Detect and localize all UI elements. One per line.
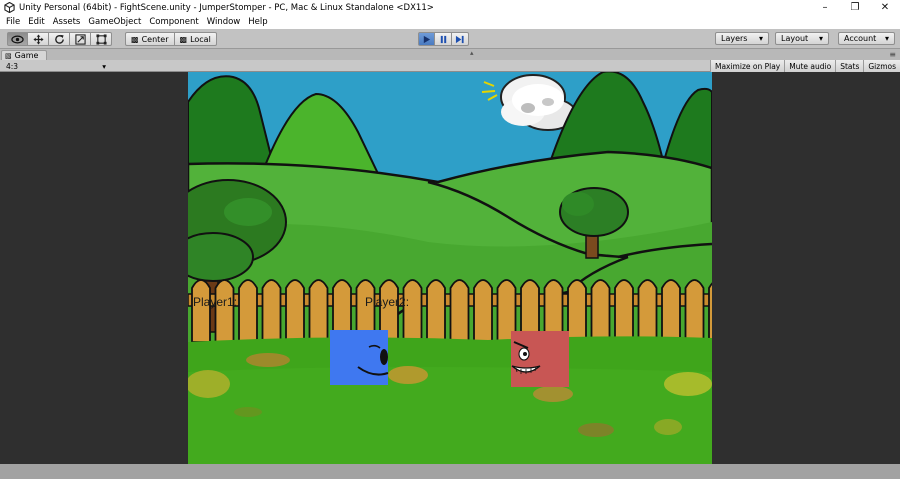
game-tab-label: Game — [14, 51, 39, 60]
tab-strip: ▧ Game ▴ ≡ — [0, 49, 900, 60]
scale-icon — [74, 33, 86, 45]
game-scene — [188, 72, 712, 464]
play-button[interactable] — [418, 32, 435, 46]
menu-assets[interactable]: Assets — [49, 17, 85, 27]
step-button[interactable] — [452, 32, 469, 46]
fence-post — [567, 279, 587, 343]
player1-character — [330, 330, 389, 385]
aspect-chevron-icon: ▾ — [102, 61, 106, 71]
menu-file[interactable]: File — [2, 17, 24, 27]
tab-game[interactable]: ▧ Game — [1, 50, 47, 60]
player1-label: Player1: — [193, 295, 238, 309]
fence — [188, 279, 712, 343]
menu-component[interactable]: Component — [145, 17, 202, 27]
playback-controls — [418, 32, 469, 46]
menu-edit[interactable]: Edit — [24, 17, 48, 27]
hand-tool-button[interactable] — [7, 32, 28, 46]
step-icon — [455, 35, 464, 43]
title-bar: Unity Personal (64bit) - FightScene.unit… — [0, 0, 900, 15]
menu-gameobject[interactable]: GameObject — [84, 17, 145, 27]
eye-icon — [11, 35, 24, 43]
layout-chevron-icon: ▾ — [818, 34, 823, 43]
menu-window[interactable]: Window — [203, 17, 245, 27]
gizmos-dropdown[interactable]: Gizmos — [863, 60, 900, 72]
pivot-center-button[interactable]: ▩ Center — [125, 32, 175, 46]
fence-post — [684, 279, 705, 343]
fence-post — [426, 279, 446, 343]
pause-icon — [440, 35, 446, 43]
rect-tool-button[interactable] — [91, 32, 112, 46]
rotate-icon — [54, 34, 64, 44]
fence-post — [614, 279, 634, 343]
main-toolbar: ▩ Center ▩ Local Layers ▾ Layout ▾ Accou… — [0, 29, 900, 49]
window-title: Unity Personal (64bit) - FightScene.unit… — [19, 2, 434, 13]
fence-post — [449, 279, 470, 343]
fence-post — [402, 279, 423, 343]
rotate-tool-button[interactable] — [49, 32, 70, 46]
play-icon — [423, 35, 431, 43]
rect-icon — [95, 33, 107, 45]
restore-button[interactable]: ❐ — [840, 0, 870, 15]
layers-dropdown[interactable]: Layers ▾ — [715, 32, 769, 45]
layers-label: Layers — [721, 34, 748, 43]
pivot-local-icon: ▩ — [179, 34, 188, 44]
maximize-on-play-toggle[interactable]: Maximize on Play — [709, 60, 785, 72]
scale-tool-button[interactable] — [70, 32, 91, 46]
tab-menu-icon[interactable]: ≡ — [889, 50, 896, 59]
close-button[interactable]: ✕ — [870, 0, 900, 15]
pivot-center-label: Center — [141, 34, 169, 44]
fence-post — [708, 282, 712, 343]
move-arrows-icon — [32, 33, 44, 45]
game-viewport: Player1: Player2: — [0, 72, 900, 464]
account-label: Account — [844, 34, 877, 43]
mute-audio-toggle[interactable]: Mute audio — [784, 60, 836, 72]
game-render[interactable]: Player1: Player2: — [188, 72, 712, 464]
fence-post — [238, 279, 258, 343]
layout-label: Layout — [781, 34, 809, 43]
panel-resize-handle-icon[interactable]: ▴ — [470, 49, 474, 57]
fence-post — [285, 279, 305, 343]
status-bar — [0, 464, 900, 479]
game-view-toolbar: 4:3 ▾ Maximize on Play Mute audio Stats … — [0, 60, 900, 72]
fence-post — [191, 279, 211, 343]
fence-post — [261, 279, 282, 343]
fence-post — [473, 279, 493, 343]
game-tab-icon: ▧ — [5, 51, 12, 60]
fence-post — [661, 279, 681, 343]
stats-toggle[interactable]: Stats — [835, 60, 864, 72]
fence-post — [308, 279, 329, 343]
pivot-local-label: Local — [190, 34, 211, 44]
account-chevron-icon: ▾ — [884, 34, 889, 43]
pivot-local-button[interactable]: ▩ Local — [174, 32, 217, 46]
menu-bar: File Edit Assets GameObject Component Wi… — [0, 15, 900, 29]
aspect-ratio-dropdown[interactable]: 4:3 ▾ — [3, 61, 109, 71]
player2-label: Player2: — [365, 295, 410, 309]
fence-post — [637, 279, 658, 343]
minimize-button[interactable]: – — [810, 0, 840, 15]
pivot-center-icon: ▩ — [131, 34, 139, 44]
layout-dropdown[interactable]: Layout ▾ — [775, 32, 829, 45]
account-dropdown[interactable]: Account ▾ — [838, 32, 895, 45]
move-tool-button[interactable] — [28, 32, 49, 46]
player2-character — [511, 331, 569, 387]
menu-help[interactable]: Help — [244, 17, 271, 27]
aspect-ratio-value: 4:3 — [6, 61, 19, 71]
fence-post — [214, 279, 235, 343]
layers-chevron-icon: ▾ — [758, 34, 763, 43]
pivot-toggles: ▩ Center ▩ Local — [125, 32, 217, 46]
foreground-grass-2 — [188, 367, 712, 464]
transform-tools — [7, 32, 112, 46]
unity-logo-icon — [3, 2, 15, 14]
fence-post — [590, 279, 611, 343]
pause-button[interactable] — [435, 32, 452, 46]
